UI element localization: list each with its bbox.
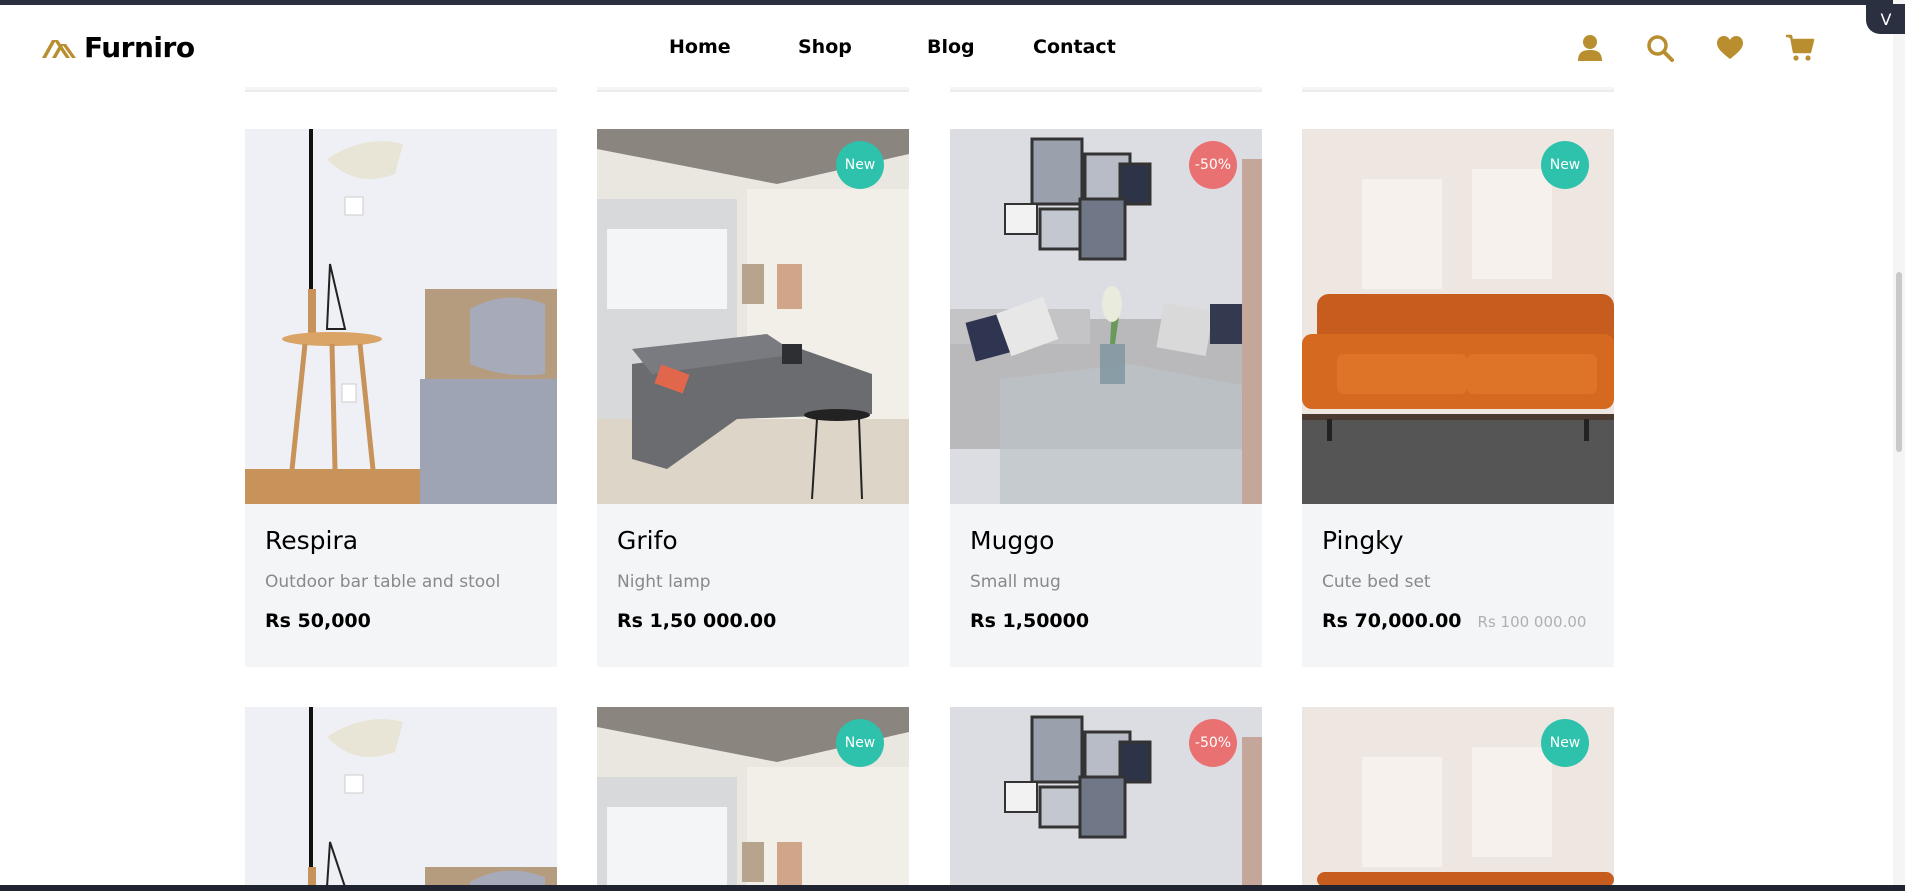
product-card[interactable]: -50% bbox=[950, 707, 1262, 885]
product-image: -50% bbox=[950, 707, 1262, 885]
brand-logo[interactable]: Furniro bbox=[40, 31, 195, 64]
page-scrollbar[interactable] bbox=[1893, 0, 1905, 891]
taskbar-strip bbox=[0, 885, 1905, 891]
navbar: Furniro Home Shop Blog Contact bbox=[0, 5, 1880, 87]
product-image: New bbox=[597, 129, 909, 504]
product-info: Pingky Cute bed set Rs 70,000.00 Rs 100 … bbox=[1302, 504, 1614, 667]
heart-icon[interactable] bbox=[1715, 33, 1745, 63]
nav-link-blog[interactable]: Blog bbox=[927, 36, 1033, 58]
product-title: Grifo bbox=[617, 526, 678, 555]
main-nav: Home Shop Blog Contact bbox=[669, 36, 1116, 58]
brand-name: Furniro bbox=[84, 31, 195, 64]
product-card[interactable]: New bbox=[1302, 707, 1614, 885]
product-price: Rs 70,000.00 bbox=[1322, 610, 1462, 632]
badge-new: New bbox=[1541, 141, 1589, 189]
product-info: Respira Outdoor bar table and stool Rs 5… bbox=[245, 504, 557, 667]
user-icon[interactable] bbox=[1575, 33, 1605, 63]
product-image: New bbox=[1302, 129, 1614, 504]
cart-icon[interactable] bbox=[1785, 33, 1815, 63]
product-image bbox=[245, 129, 557, 504]
badge-new: New bbox=[1541, 719, 1589, 767]
extension-label: V bbox=[1880, 9, 1892, 29]
page: Furniro Home Shop Blog Contact Respira O… bbox=[0, 5, 1880, 885]
product-old-price: Rs 100 000.00 bbox=[1477, 613, 1587, 631]
scrollbar-thumb[interactable] bbox=[1896, 272, 1902, 452]
product-image: -50% bbox=[950, 129, 1262, 504]
product-title: Muggo bbox=[970, 526, 1055, 555]
product-image: New bbox=[1302, 707, 1614, 885]
product-subtitle: Night lamp bbox=[617, 572, 711, 592]
product-card[interactable]: -50% Muggo Small mug Rs 1,50000 bbox=[950, 129, 1262, 667]
price-row: Rs 50,000 bbox=[265, 610, 537, 632]
badge-sale: -50% bbox=[1189, 719, 1237, 767]
product-card[interactable]: Respira Outdoor bar table and stool Rs 5… bbox=[245, 129, 557, 667]
nav-icons bbox=[1575, 33, 1815, 63]
product-card[interactable]: New Grifo Night lamp Rs 1,50 000.00 bbox=[597, 129, 909, 667]
product-info: Grifo Night lamp Rs 1,50 000.00 bbox=[597, 504, 909, 667]
product-price: Rs 50,000 bbox=[265, 610, 371, 632]
nav-link-shop[interactable]: Shop bbox=[798, 36, 927, 58]
nav-link-home[interactable]: Home bbox=[669, 36, 798, 58]
product-subtitle: Small mug bbox=[970, 572, 1061, 592]
product-image: New bbox=[597, 707, 909, 885]
product-card[interactable]: New Pingky Cute bed set Rs 70,000.00 Rs … bbox=[1302, 129, 1614, 667]
browser-extension-badge[interactable]: V bbox=[1866, 4, 1905, 34]
product-card[interactable]: New bbox=[597, 707, 909, 885]
price-row: Rs 1,50 000.00 bbox=[617, 610, 889, 632]
product-title: Pingky bbox=[1322, 526, 1404, 555]
product-info: Muggo Small mug Rs 1,50000 bbox=[950, 504, 1262, 667]
logo-icon bbox=[42, 39, 76, 58]
product-title: Respira bbox=[265, 526, 359, 555]
product-subtitle: Outdoor bar table and stool bbox=[265, 572, 501, 592]
badge-new: New bbox=[836, 719, 884, 767]
product-price: Rs 1,50000 bbox=[970, 610, 1090, 632]
price-row: Rs 1,50000 bbox=[970, 610, 1242, 632]
nav-link-contact[interactable]: Contact bbox=[1033, 36, 1116, 58]
badge-new: New bbox=[836, 141, 884, 189]
product-subtitle: Cute bed set bbox=[1322, 572, 1431, 592]
product-card[interactable] bbox=[245, 707, 557, 885]
search-icon[interactable] bbox=[1645, 33, 1675, 63]
product-price: Rs 1,50 000.00 bbox=[617, 610, 777, 632]
price-row: Rs 70,000.00 Rs 100 000.00 bbox=[1322, 610, 1594, 632]
product-image bbox=[245, 707, 557, 885]
badge-sale: -50% bbox=[1189, 141, 1237, 189]
